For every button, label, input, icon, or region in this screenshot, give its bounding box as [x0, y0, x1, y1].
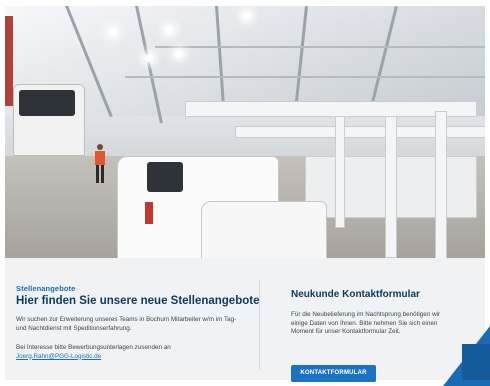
ceiling-light [145, 54, 153, 62]
decorative-corner-block [462, 344, 490, 380]
hall-wall [5, 16, 13, 106]
jobs-eyebrow: Stellenangebote [16, 284, 76, 293]
roof-truss [125, 76, 485, 78]
ceiling-light [165, 26, 173, 34]
jobs-email-link[interactable]: Joerg.Rahn@PGG-Logistic.de [16, 353, 101, 362]
ceiling-light [243, 12, 251, 20]
contact-text: Für die Neubelieferung im Nachtsprung be… [291, 311, 441, 336]
truck-windshield [19, 90, 75, 116]
storage-rack [335, 116, 345, 228]
van-taillight [145, 202, 153, 224]
jobs-text: Wir suchen zur Erweiterung unseres Teams… [16, 316, 237, 332]
column-divider [259, 280, 260, 370]
van [201, 201, 327, 258]
roof-truss [155, 46, 485, 48]
ceiling-light [175, 50, 183, 58]
contact-form-button[interactable]: KONTAKTFORMULAR [291, 365, 376, 382]
worker [93, 144, 107, 184]
storage-rack [435, 111, 447, 258]
storage-rack [235, 126, 485, 138]
van-window [147, 162, 183, 192]
ceiling-light [109, 28, 117, 36]
storage-rack [185, 101, 477, 117]
contact-title: Neukunde Kontaktformular [291, 289, 420, 300]
jobs-apply-text: Bei Interesse bitte Bewerbungsunterlagen… [16, 344, 171, 351]
jobs-title: Hier finden Sie unsere neue Stellenangeb… [16, 295, 260, 307]
hero-image [5, 6, 485, 258]
storage-rack [385, 116, 397, 258]
